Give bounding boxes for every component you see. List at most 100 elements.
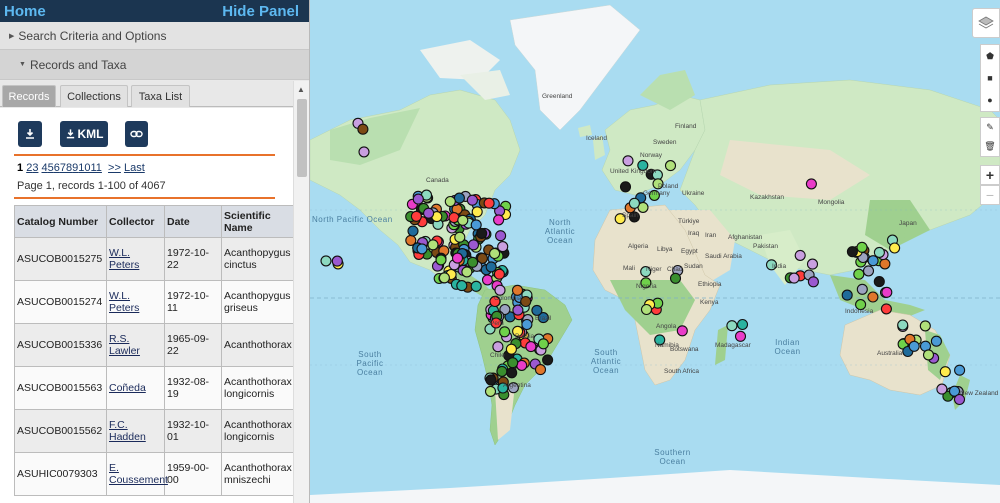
occurrence-marker[interactable]	[930, 335, 942, 347]
occurrence-marker[interactable]	[807, 276, 819, 288]
occurrence-marker[interactable]	[331, 255, 343, 267]
occurrence-marker[interactable]	[881, 286, 893, 298]
occurrence-marker[interactable]	[537, 338, 549, 350]
zoom-out-button[interactable]: −	[980, 185, 1000, 205]
occurrence-marker[interactable]	[453, 192, 465, 204]
occurrence-marker[interactable]	[423, 207, 435, 219]
occurrence-marker[interactable]	[936, 383, 948, 395]
occurrence-marker[interactable]	[492, 341, 504, 353]
occurrence-marker[interactable]	[512, 304, 524, 316]
occurrence-marker[interactable]	[873, 246, 885, 258]
header-scientific-name[interactable]: Scientific Name	[221, 205, 293, 238]
last-page-link[interactable]: Last	[124, 162, 145, 174]
occurrence-marker[interactable]	[470, 219, 482, 231]
occurrence-marker[interactable]	[470, 280, 482, 292]
occurrence-marker[interactable]	[664, 160, 677, 172]
table-row[interactable]: ASUCOB0015562 F.C. Hadden 1932-10-01 Aca…	[14, 409, 293, 453]
occurrence-marker[interactable]	[484, 385, 497, 397]
occurrence-marker[interactable]	[805, 178, 817, 190]
occurrence-marker[interactable]	[357, 123, 369, 135]
tab-collections[interactable]: Collections	[60, 85, 128, 107]
occurrence-marker[interactable]	[507, 357, 519, 369]
occurrence-marker[interactable]	[534, 364, 547, 376]
occurrence-marker[interactable]	[511, 284, 524, 296]
occurrence-marker[interactable]	[873, 276, 885, 288]
occurrence-marker[interactable]	[856, 283, 868, 295]
occurrence-marker[interactable]	[676, 325, 688, 337]
search-criteria-accordion[interactable]: ▶ Search Criteria and Options	[0, 22, 309, 50]
edit-icon[interactable]: ✎	[986, 122, 994, 133]
occurrence-marker[interactable]	[499, 326, 511, 338]
occurrence-marker[interactable]	[461, 266, 473, 278]
occurrence-marker[interactable]	[481, 274, 494, 286]
occurrence-marker[interactable]	[669, 272, 682, 284]
occurrence-marker[interactable]	[726, 320, 738, 332]
occurrence-marker[interactable]	[489, 247, 501, 260]
occurrence-marker[interactable]	[846, 246, 858, 258]
occurrence-marker[interactable]	[640, 303, 653, 316]
occurrence-marker[interactable]	[521, 318, 533, 331]
occurrence-marker[interactable]	[841, 289, 853, 301]
table-row[interactable]: ASUCOB0015274 W.L. Peters 1972-10-11 Aca…	[14, 280, 293, 324]
occurrence-marker[interactable]	[619, 181, 632, 193]
tab-taxa-list[interactable]: Taxa List	[131, 85, 190, 107]
occurrence-marker[interactable]	[506, 367, 518, 379]
occurrence-marker[interactable]	[427, 239, 439, 251]
home-link[interactable]: Home	[4, 3, 46, 20]
occurrence-marker[interactable]	[516, 359, 528, 371]
occurrence-marker[interactable]	[485, 261, 497, 273]
occurrence-marker[interactable]	[862, 265, 875, 277]
occurrence-marker[interactable]	[456, 280, 468, 292]
header-catalog-number[interactable]: Catalog Number	[14, 205, 107, 238]
occurrence-marker[interactable]	[496, 365, 508, 377]
occurrence-marker[interactable]	[856, 241, 868, 253]
collector-link[interactable]: R.S. Lawler	[109, 333, 140, 357]
table-row[interactable]: ASUCOB0015275 W.L. Peters 1972-10-22 Aca…	[14, 237, 293, 281]
download-csv-button[interactable]	[18, 121, 42, 147]
occurrence-marker[interactable]	[908, 340, 920, 352]
occurrence-marker[interactable]	[493, 268, 505, 280]
map-view[interactable]: North Pacific Ocean North Atlantic Ocean…	[310, 0, 1000, 503]
collector-link[interactable]: Coñeda	[109, 382, 146, 394]
occurrence-marker[interactable]	[879, 258, 891, 270]
occurrence-marker[interactable]	[806, 258, 819, 270]
occurrence-marker[interactable]	[467, 239, 480, 251]
page-link[interactable]: 3	[32, 162, 38, 174]
occurrence-marker[interactable]	[320, 255, 332, 267]
occurrence-marker[interactable]	[466, 194, 478, 206]
occurrence-marker[interactable]	[497, 241, 509, 253]
occurrence-marker[interactable]	[494, 284, 506, 296]
occurrence-marker[interactable]	[880, 303, 892, 315]
occurrence-marker[interactable]	[794, 249, 806, 261]
collector-link[interactable]: W.L. Peters	[109, 290, 139, 314]
occurrence-marker[interactable]	[483, 197, 495, 209]
table-row[interactable]: ASUHIC0079303 E. Coussement 1959-00-00 A…	[14, 452, 293, 496]
occurrence-marker[interactable]	[438, 272, 450, 284]
tab-records[interactable]: Records	[2, 85, 56, 107]
occurrence-marker[interactable]	[889, 242, 901, 254]
page-link[interactable]: 11	[91, 162, 102, 174]
records-taxa-accordion[interactable]: ▼ Records and Taxa	[0, 50, 309, 80]
occurrence-marker[interactable]	[451, 252, 464, 264]
occurrence-marker[interactable]	[628, 197, 640, 209]
occurrence-marker[interactable]	[358, 146, 370, 158]
occurrence-marker[interactable]	[853, 268, 865, 280]
occurrence-marker[interactable]	[457, 214, 469, 226]
occurrence-marker[interactable]	[493, 214, 505, 226]
scroll-up-icon[interactable]: ▲	[297, 85, 305, 94]
occurrence-marker[interactable]	[542, 354, 554, 366]
panel-scrollbar[interactable]: ▲	[293, 81, 309, 503]
occurrence-marker[interactable]	[485, 374, 497, 386]
layers-button[interactable]	[972, 8, 1000, 38]
collector-link[interactable]: E. Coussement	[109, 462, 168, 486]
occurrence-marker[interactable]	[531, 304, 543, 316]
occurrence-marker[interactable]	[734, 330, 747, 342]
copy-link-button[interactable]	[125, 121, 148, 147]
occurrence-marker[interactable]	[897, 319, 909, 331]
header-date[interactable]: Date	[164, 205, 222, 238]
table-row[interactable]: ASUCOB0015563 Coñeda 1932-08-19 Acanthot…	[14, 366, 293, 410]
scrollbar-thumb[interactable]	[297, 99, 307, 177]
download-kml-button[interactable]: KML	[60, 121, 108, 147]
occurrence-marker[interactable]	[435, 254, 447, 266]
occurrence-marker[interactable]	[412, 193, 424, 205]
